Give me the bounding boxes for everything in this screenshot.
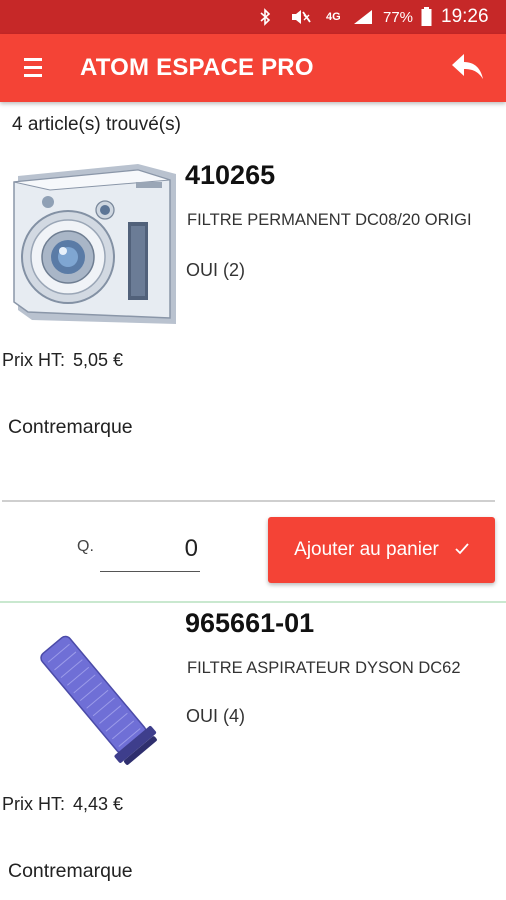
check-icon: [455, 539, 469, 561]
network-type: 4G: [326, 11, 341, 23]
product-reference: 965661-01: [185, 608, 315, 638]
app-bar: ATOM ESPACE PRO: [0, 34, 506, 102]
product-stock: OUI (4): [186, 706, 246, 726]
price-value: 5,05 €: [73, 350, 124, 370]
product-tag: Contremarque: [8, 416, 133, 438]
status-bar: 4G 77% 19:26: [0, 0, 506, 34]
back-arrow-icon[interactable]: [450, 52, 486, 84]
product-image-filter[interactable]: [28, 625, 168, 780]
battery-percent: 77%: [383, 8, 414, 26]
price-label: Prix HT:: [2, 794, 65, 814]
product-image-camera[interactable]: [10, 162, 178, 333]
price-value: 4,43 €: [73, 794, 124, 814]
product-reference: 410265: [185, 160, 276, 190]
product-price: Prix HT: 4,43 €: [2, 794, 123, 815]
product-tag: Contremarque: [8, 860, 133, 882]
battery-icon: [421, 0, 432, 34]
quantity-input[interactable]: [100, 530, 200, 572]
divider: [2, 500, 495, 502]
camera-icon: [13, 164, 176, 324]
add-to-cart-button[interactable]: Ajouter au panier: [268, 517, 495, 583]
bluetooth-icon: [258, 0, 272, 34]
add-to-cart-label: Ajouter au panier: [294, 539, 439, 560]
product-stock: OUI (2): [186, 260, 246, 280]
quantity-label: Q.: [77, 538, 94, 555]
product-description: FILTRE PERMANENT DC08/20 ORIGI: [187, 211, 472, 229]
product-description: FILTRE ASPIRATEUR DYSON DC62: [187, 659, 461, 677]
product-price: Prix HT: 5,05 €: [2, 350, 123, 371]
menu-icon[interactable]: [24, 58, 42, 78]
price-label: Prix HT:: [2, 350, 65, 370]
results-count: 4 article(s) trouvé(s): [12, 114, 181, 135]
filter-cartridge-icon: [40, 635, 157, 765]
item-separator: [0, 601, 506, 603]
signal-icon: [352, 0, 374, 34]
app-title: ATOM ESPACE PRO: [80, 54, 314, 81]
mute-icon: [290, 0, 312, 34]
clock: 19:26: [441, 6, 489, 27]
